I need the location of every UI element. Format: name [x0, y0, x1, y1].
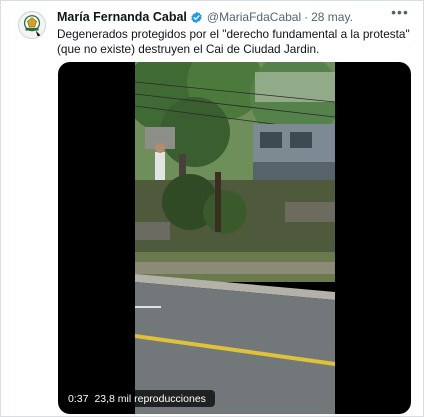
avatar[interactable] — [18, 11, 46, 39]
more-options-icon[interactable]: ••• — [391, 5, 409, 23]
tweet-header: María Fernanda Cabal @MariaFdaCabal · 28… — [57, 8, 353, 26]
verified-badge-icon — [190, 11, 203, 24]
header-separator: · — [304, 10, 309, 24]
author-name[interactable]: María Fernanda Cabal — [57, 10, 187, 24]
video-frame[interactable] — [135, 62, 335, 414]
video-stats-badge: 0:37 23,8 mil reproducciones — [63, 390, 215, 407]
video-views: 23,8 mil reproducciones — [94, 392, 206, 405]
tweet-text: Degenerados protegidos por el "derecho f… — [57, 27, 410, 56]
video-duration: 0:37 — [68, 392, 89, 405]
video-player[interactable]: 0:37 23,8 mil reproducciones — [58, 62, 411, 414]
tweet-card[interactable]: María Fernanda Cabal @MariaFdaCabal · 28… — [0, 0, 424, 417]
tweet-date[interactable]: 28 may. — [311, 10, 353, 24]
author-handle[interactable]: @MariaFdaCabal — [207, 10, 301, 24]
